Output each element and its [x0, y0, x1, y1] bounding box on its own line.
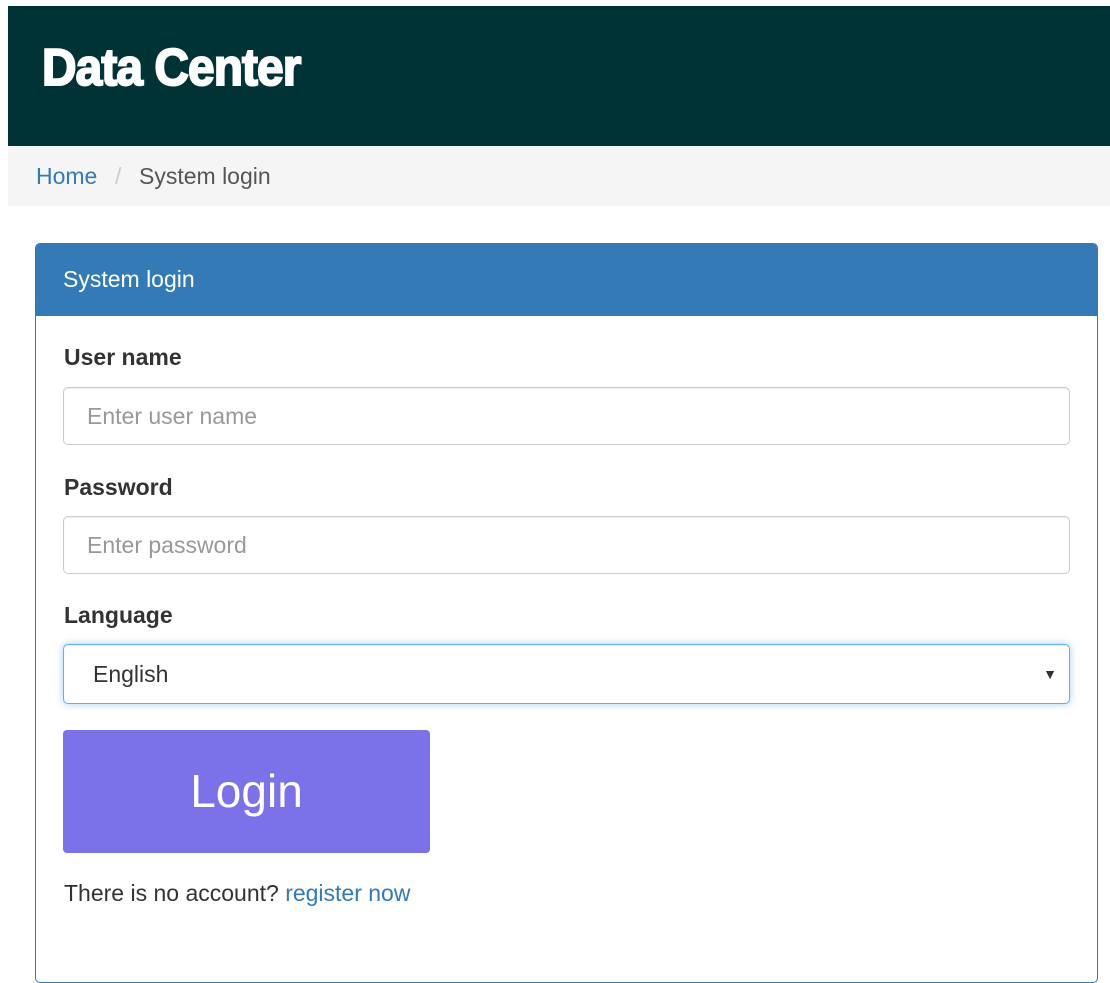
- brand-title: Data Center: [41, 39, 302, 97]
- panel-title: System login: [36, 244, 1097, 316]
- register-now-link[interactable]: register now: [285, 880, 410, 906]
- password-label: Password: [64, 474, 173, 500]
- register-prompt-text: There is no account?: [64, 880, 279, 906]
- breadcrumb: Home / System login: [8, 146, 1110, 206]
- language-label: Language: [64, 602, 173, 628]
- caret-down-icon: ▼: [1043, 666, 1057, 682]
- login-panel: System login User name Password Language…: [35, 243, 1098, 983]
- register-prompt: There is no account? register now: [64, 880, 410, 907]
- top-header: Data Center: [8, 6, 1110, 146]
- language-select[interactable]: English ▼: [63, 644, 1070, 704]
- breadcrumb-current: System login: [139, 163, 271, 189]
- username-label: User name: [64, 344, 182, 370]
- breadcrumb-home-link[interactable]: Home: [36, 146, 97, 206]
- password-input[interactable]: [63, 516, 1070, 574]
- breadcrumb-separator: /: [115, 163, 122, 189]
- login-button[interactable]: Login: [63, 730, 430, 853]
- language-selected-value: English: [93, 661, 169, 687]
- username-input[interactable]: [63, 387, 1070, 445]
